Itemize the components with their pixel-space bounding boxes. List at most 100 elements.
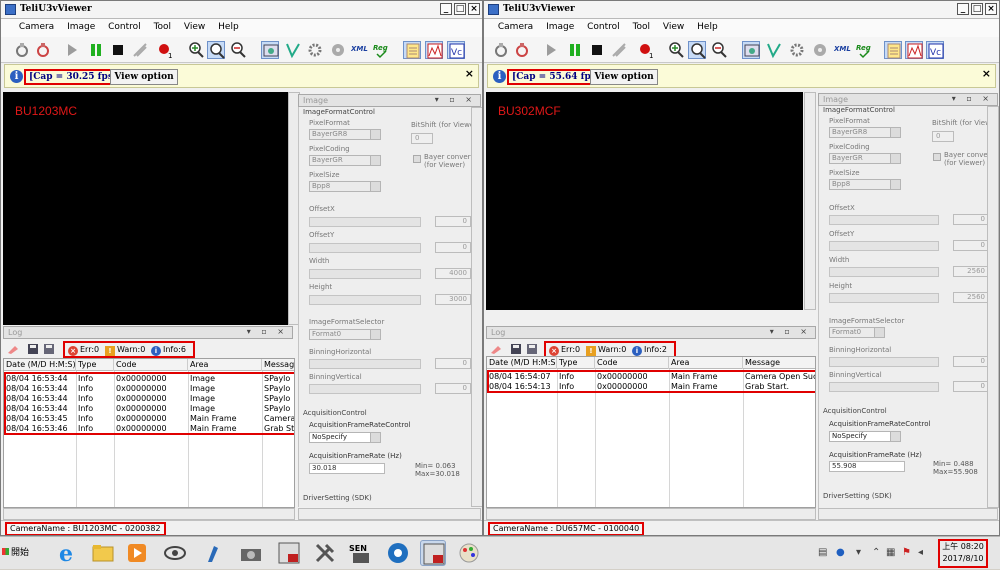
pixelformat-select[interactable]: BayerGR8 <box>309 129 381 140</box>
log-panel-titlebar[interactable]: Log ▾ ▫ × <box>486 326 816 339</box>
title-bar[interactable]: TeliU3vViewer _ □ × <box>1 1 482 19</box>
pixelformat-select[interactable]: BayerGR8 <box>829 127 901 138</box>
col-message[interactable]: Message <box>262 359 294 371</box>
save-log-icon[interactable] <box>27 343 39 355</box>
props-horizontal-scrollbar[interactable] <box>298 508 481 520</box>
clear-log-icon[interactable] <box>7 343 19 355</box>
properties-scrollbar[interactable] <box>471 107 482 507</box>
bitshift-spinner[interactable]: 0 <box>932 131 954 142</box>
blue-eye-app-icon[interactable] <box>385 540 411 566</box>
view-option-button[interactable]: View option <box>590 69 658 85</box>
wrench-icon[interactable] <box>312 540 338 566</box>
maximize-button[interactable]: □ <box>971 3 983 15</box>
media-player-icon[interactable] <box>124 540 150 566</box>
col-type[interactable]: Type <box>557 357 595 369</box>
menu-tool[interactable]: Tool <box>628 19 655 35</box>
width-slider[interactable] <box>829 267 939 277</box>
offsety-value[interactable]: 0 <box>953 240 989 251</box>
save-all-log-icon[interactable] <box>43 343 55 355</box>
offsetx-value[interactable]: 0 <box>953 214 989 225</box>
camera-app-icon[interactable] <box>238 540 264 566</box>
menu-camera[interactable]: Camera <box>493 19 538 35</box>
teli-viewer-icon[interactable] <box>276 540 302 566</box>
info-filter-button[interactable]: i Info:2 <box>632 345 667 356</box>
props-horizontal-scrollbar[interactable] <box>818 508 998 520</box>
pixelsize-select[interactable]: Bpp8 <box>309 181 381 192</box>
eye-app-icon[interactable] <box>162 540 188 566</box>
framerate-input[interactable]: 30.018 <box>309 463 385 474</box>
zoom-in-icon[interactable] <box>187 41 205 59</box>
image-setting-icon[interactable] <box>742 41 760 59</box>
explorer-folder-icon[interactable] <box>90 540 116 566</box>
binning-vertical-value[interactable]: 0 <box>435 383 471 394</box>
menu-image[interactable]: Image <box>541 19 579 35</box>
zoom-fit-icon[interactable] <box>688 41 706 59</box>
video-display[interactable]: BU1203MC <box>3 92 291 325</box>
bayer-convert-checkbox[interactable] <box>933 153 941 161</box>
pause-icon[interactable] <box>87 41 105 59</box>
col-message[interactable]: Message <box>743 357 815 369</box>
zoom-out-icon[interactable] <box>229 41 247 59</box>
framerate-control-select[interactable]: NoSpecify <box>829 431 901 442</box>
video-vertical-scrollbar[interactable] <box>804 92 816 310</box>
binning-vertical-value[interactable]: 0 <box>953 381 989 392</box>
log-panel-icon[interactable] <box>403 41 421 59</box>
offsetx-slider[interactable] <box>829 215 939 225</box>
speaker-tray-icon[interactable]: ◂ <box>918 547 923 558</box>
height-slider[interactable] <box>829 293 939 303</box>
video-display[interactable]: BU302MCF <box>486 92 803 310</box>
camera-close-icon[interactable] <box>34 41 52 59</box>
trigger-icon[interactable] <box>131 41 149 59</box>
camera-open-icon[interactable] <box>13 41 31 59</box>
tool-app-icon[interactable] <box>200 540 226 566</box>
format-selector-select[interactable]: Format0 <box>309 329 381 340</box>
col-date[interactable]: Date (M/D H:M:S) <box>4 359 76 371</box>
camera-close-icon[interactable] <box>513 41 531 59</box>
play-icon[interactable] <box>63 41 81 59</box>
menu-help[interactable]: Help <box>692 19 723 35</box>
vc-icon[interactable]: Vc <box>447 41 465 59</box>
chevron-up-icon[interactable]: ⌃ <box>872 547 880 558</box>
green-feature-icon[interactable] <box>765 41 783 59</box>
format-selector-select[interactable]: Format0 <box>829 327 885 338</box>
menu-camera[interactable]: Camera <box>14 19 59 35</box>
minimize-button[interactable]: _ <box>440 3 452 15</box>
framerate-input[interactable]: 55.908 <box>829 461 905 472</box>
pixelcoding-select[interactable]: BayerGR <box>829 153 901 164</box>
col-area[interactable]: Area <box>669 357 743 369</box>
play-icon[interactable] <box>542 41 560 59</box>
log-panel-controls[interactable]: ▾ ▫ × <box>247 327 288 336</box>
offsety-slider[interactable] <box>309 243 421 253</box>
histogram-icon[interactable] <box>905 41 923 59</box>
warning-filter-button[interactable]: ! Warn:0 <box>586 345 626 356</box>
offsetx-slider[interactable] <box>309 217 421 227</box>
height-value[interactable]: 2560 <box>953 292 989 303</box>
chevron-down-icon[interactable]: ▾ <box>856 547 861 558</box>
col-type[interactable]: Type <box>76 359 114 371</box>
error-filter-button[interactable]: × Err:0 <box>68 345 99 356</box>
width-value[interactable]: 2560 <box>953 266 989 277</box>
bayer-convert-checkbox[interactable] <box>413 155 421 163</box>
log-panel-titlebar[interactable]: Log ▾ ▫ × <box>3 326 293 339</box>
log-panel-icon[interactable] <box>884 41 902 59</box>
log-horizontal-scrollbar[interactable] <box>3 508 295 520</box>
image-panel-titlebar[interactable]: Image ▾ ▫ × <box>298 94 481 107</box>
menu-tool[interactable]: Tool <box>149 19 176 35</box>
menu-control[interactable]: Control <box>103 19 146 35</box>
width-slider[interactable] <box>309 269 421 279</box>
info-close-icon[interactable]: × <box>465 67 474 80</box>
binning-horizontal-value[interactable]: 0 <box>435 358 471 369</box>
pixelcoding-select[interactable]: BayerGR <box>309 155 381 166</box>
col-code[interactable]: Code <box>114 359 188 371</box>
xml-icon[interactable]: XML <box>350 41 369 59</box>
bitshift-spinner[interactable]: 0 <box>411 133 433 144</box>
col-area[interactable]: Area <box>188 359 262 371</box>
paint-app-icon[interactable] <box>456 540 482 566</box>
zoom-fit-icon[interactable] <box>207 41 225 59</box>
menu-help[interactable]: Help <box>213 19 244 35</box>
printer-tray-icon[interactable]: ▤ <box>818 547 827 558</box>
width-value[interactable]: 4000 <box>435 268 471 279</box>
col-date[interactable]: Date (M/D H:M:S) <box>487 357 557 369</box>
stop-icon[interactable] <box>109 41 127 59</box>
height-value[interactable]: 3000 <box>435 294 471 305</box>
